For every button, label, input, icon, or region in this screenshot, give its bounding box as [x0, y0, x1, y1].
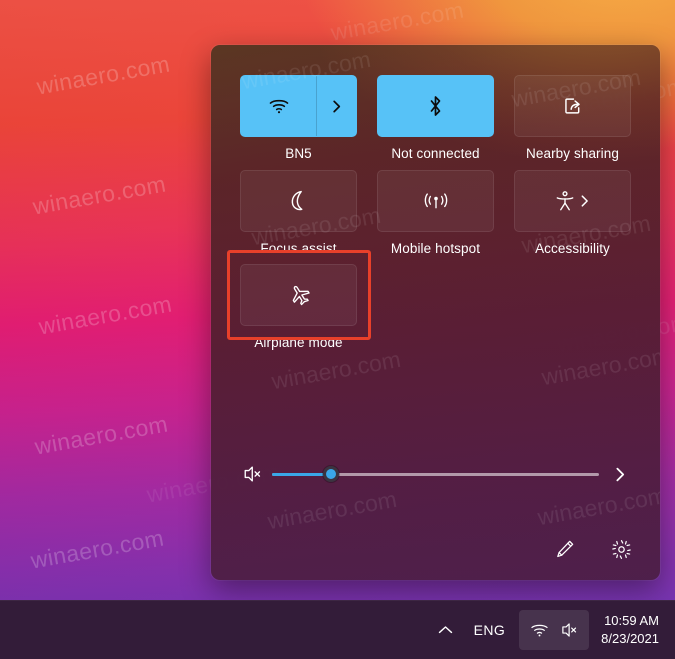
taskbar-date: 8/23/2021 [601, 630, 659, 646]
speaker-muted-icon [558, 622, 578, 638]
chevron-up-icon [438, 625, 453, 635]
tile-cell-nearby-sharing: Nearby sharing [514, 75, 631, 162]
quick-setting-bluetooth[interactable] [377, 75, 494, 137]
tile-cell-airplane-mode: Airplane mode [227, 250, 371, 351]
edit-quick-settings-button[interactable] [548, 532, 582, 566]
airplane-icon [287, 284, 311, 306]
clock-and-date-button[interactable]: 10:59 AM 8/23/2021 [601, 610, 663, 650]
broadcast-icon [424, 191, 448, 211]
quick-setting-mobile-hotspot[interactable] [377, 169, 494, 232]
tile-cell-mobile-hotspot: Mobile hotspot [377, 169, 494, 257]
watermark: winaero.com [269, 345, 403, 395]
quick-settings-panel: winaero.com winaero.com winaero.com wina… [211, 45, 660, 580]
chevron-right-icon [330, 99, 343, 114]
quick-setting-nearby-sharing[interactable] [514, 75, 631, 137]
screen: winaero.com winaero.com winaero.com wina… [0, 0, 675, 659]
quick-setting-accessibility[interactable] [514, 169, 631, 232]
share-icon [562, 95, 584, 117]
volume-slider[interactable] [272, 465, 599, 483]
quick-setting-airplane-mode[interactable] [240, 264, 357, 327]
speaker-muted-icon[interactable] [240, 465, 262, 483]
accessibility-chevron-icon[interactable] [579, 194, 590, 208]
tile-cell-bluetooth: Not connected [377, 75, 494, 162]
language-indicator[interactable]: ENG [464, 610, 516, 650]
volume-slider-thumb[interactable] [322, 466, 339, 482]
all-settings-button[interactable] [604, 532, 638, 566]
accessibility-icon [555, 190, 575, 212]
tile-cell-accessibility: Accessibility [514, 169, 631, 257]
tile-cell-focus-assist: Focus assist [240, 169, 357, 257]
wifi-icon [268, 97, 290, 115]
quick-setting-label-airplane-mode: Airplane mode [254, 335, 343, 351]
wifi-networks-chevron-button[interactable] [316, 76, 356, 136]
quick-setting-label-wifi: BN5 [285, 146, 312, 161]
show-hidden-icons-button[interactable] [428, 610, 464, 650]
tile-cell-wifi: BN5 [240, 75, 357, 162]
watermark: winaero.com [265, 485, 399, 535]
quick-setting-label-focus-assist: Focus assist [260, 240, 337, 256]
wifi-toggle-button[interactable] [241, 76, 316, 136]
quick-setting-focus-assist[interactable] [240, 169, 357, 232]
quick-setting-label-nearby-sharing: Nearby sharing [526, 146, 619, 161]
quick-setting-label-mobile-hotspot: Mobile hotspot [390, 240, 481, 256]
quick-setting-wifi[interactable] [240, 75, 357, 137]
taskbar-time: 10:59 AM [604, 612, 659, 628]
bluetooth-icon [427, 94, 444, 118]
wifi-icon [530, 622, 549, 638]
quick-setting-label-bluetooth: Not connected [391, 146, 480, 161]
volume-expand-chevron-icon[interactable] [609, 466, 631, 483]
quick-settings-footer [548, 532, 638, 566]
system-tray-button[interactable] [519, 609, 590, 650]
quick-settings-tile-grid: BN5 Not connected Nearby sharing Focus a… [227, 75, 631, 351]
taskbar: ENG 10:59 AM 8/23/2021 [0, 600, 675, 659]
moon-icon [288, 189, 309, 212]
quick-setting-label-accessibility: Accessibility [535, 240, 610, 256]
volume-control-row [240, 457, 631, 491]
